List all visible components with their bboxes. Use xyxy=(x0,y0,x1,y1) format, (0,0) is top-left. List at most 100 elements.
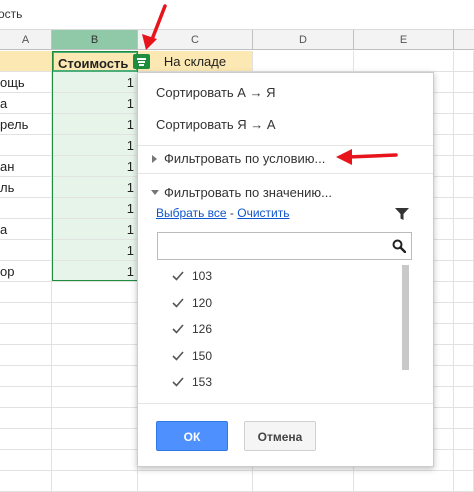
cell-b[interactable]: 1 xyxy=(52,261,138,282)
cell-b-text: 1 xyxy=(126,159,134,174)
select-all-link[interactable]: Выбрать все xyxy=(156,206,227,220)
cell-a[interactable]: рель xyxy=(0,114,52,135)
cell-f[interactable] xyxy=(454,429,474,450)
cell-a[interactable] xyxy=(0,450,52,471)
cell-f[interactable] xyxy=(454,135,474,156)
column-header-c[interactable]: C xyxy=(138,30,253,50)
column-header-f[interactable] xyxy=(454,30,474,50)
cell-d[interactable] xyxy=(253,471,354,492)
cell-f[interactable] xyxy=(454,114,474,135)
cell-f[interactable] xyxy=(454,450,474,471)
cell-b[interactable]: 1 xyxy=(52,72,138,93)
column-header-e[interactable]: E xyxy=(354,30,454,50)
cell-b[interactable] xyxy=(52,429,138,450)
cell-d1[interactable] xyxy=(253,51,354,72)
cell-b[interactable]: 1 xyxy=(52,240,138,261)
cell-a[interactable]: ль xyxy=(0,177,52,198)
cell-f[interactable] xyxy=(454,324,474,345)
cell-a[interactable] xyxy=(0,282,52,303)
cell-a[interactable] xyxy=(0,387,52,408)
cell-b[interactable]: 1 xyxy=(52,135,138,156)
cell-b[interactable] xyxy=(52,387,138,408)
filter-by-value-item[interactable]: Фильтровать по значению... xyxy=(151,185,332,200)
value-list-item[interactable]: 103 xyxy=(172,269,212,283)
cell-c[interactable] xyxy=(138,471,253,492)
cell-f[interactable] xyxy=(454,471,474,492)
cell-f[interactable] xyxy=(454,93,474,114)
cell-b[interactable]: 1 xyxy=(52,198,138,219)
cell-a[interactable] xyxy=(0,198,52,219)
cell-f[interactable] xyxy=(454,366,474,387)
cell-f[interactable] xyxy=(454,198,474,219)
cell-a[interactable]: ан xyxy=(0,156,52,177)
column-letter: C xyxy=(191,34,199,46)
cell-f[interactable] xyxy=(454,303,474,324)
funnel-icon[interactable] xyxy=(395,208,409,221)
cell-f[interactable] xyxy=(454,408,474,429)
cell-f[interactable] xyxy=(454,156,474,177)
cell-a[interactable] xyxy=(0,303,52,324)
cell-b[interactable]: 1 xyxy=(52,93,138,114)
search-input[interactable] xyxy=(157,232,412,260)
ok-button[interactable]: ОК xyxy=(156,421,228,451)
sort-asc-item[interactable]: Сортировать А → Я xyxy=(156,85,276,100)
checkmark-icon xyxy=(172,271,184,281)
cell-b[interactable]: 1 xyxy=(52,177,138,198)
cell-b[interactable] xyxy=(52,408,138,429)
cell-f[interactable] xyxy=(454,282,474,303)
cell-c1[interactable]: На складе xyxy=(138,51,253,72)
cell-f[interactable] xyxy=(454,345,474,366)
value-list-item[interactable]: 120 xyxy=(172,296,212,310)
cell-a[interactable] xyxy=(0,345,52,366)
cell-f[interactable] xyxy=(454,387,474,408)
cell-b[interactable] xyxy=(52,345,138,366)
filter-dropdown-menu: Сортировать А → Я Сортировать Я → А Филь… xyxy=(137,72,434,467)
cell-b[interactable] xyxy=(52,303,138,324)
cell-b-text: 1 xyxy=(126,201,134,216)
value-list-item[interactable]: 150 xyxy=(172,349,212,363)
cell-b[interactable] xyxy=(52,471,138,492)
cell-f1[interactable] xyxy=(454,51,474,72)
value-list-item[interactable]: 126 xyxy=(172,322,212,336)
cell-b[interactable] xyxy=(52,282,138,303)
cell-b1-text: Стоимость xyxy=(58,56,129,71)
cell-a[interactable] xyxy=(0,324,52,345)
cell-a1[interactable] xyxy=(0,51,52,72)
cell-a[interactable] xyxy=(0,135,52,156)
filter-by-condition-item[interactable]: Фильтровать по условию... xyxy=(152,151,325,166)
cell-a[interactable] xyxy=(0,429,52,450)
cell-f[interactable] xyxy=(454,240,474,261)
cell-b[interactable]: 1 xyxy=(52,114,138,135)
formula-bar[interactable]: ость xyxy=(0,0,474,30)
cell-e[interactable] xyxy=(354,471,454,492)
cell-b[interactable] xyxy=(52,324,138,345)
cell-a[interactable] xyxy=(0,471,52,492)
column-header-d[interactable]: D xyxy=(253,30,354,50)
cell-a[interactable] xyxy=(0,240,52,261)
filter-button-icon[interactable] xyxy=(133,54,150,69)
cancel-button[interactable]: Отмена xyxy=(244,421,316,451)
cell-f[interactable] xyxy=(454,72,474,93)
cell-a[interactable]: а xyxy=(0,219,52,240)
cell-b1[interactable]: Стоимость xyxy=(52,51,138,72)
sort-desc-item[interactable]: Сортировать Я → А xyxy=(156,117,276,132)
clear-link[interactable]: Очистить xyxy=(237,206,289,220)
cell-a[interactable] xyxy=(0,408,52,429)
value-list-item[interactable]: 153 xyxy=(172,375,212,389)
value-list-scrollbar[interactable] xyxy=(402,265,409,370)
cell-a[interactable]: ор xyxy=(0,261,52,282)
cell-b[interactable]: 1 xyxy=(52,219,138,240)
column-header-a[interactable]: A xyxy=(0,30,52,50)
cell-b[interactable]: 1 xyxy=(52,156,138,177)
cell-a[interactable]: а xyxy=(0,93,52,114)
cell-f[interactable] xyxy=(454,219,474,240)
cell-a[interactable]: ощь xyxy=(0,72,52,93)
cell-b-text: 1 xyxy=(126,180,134,195)
cell-f[interactable] xyxy=(454,177,474,198)
cell-e1[interactable] xyxy=(354,51,454,72)
column-header-b[interactable]: B xyxy=(52,30,138,50)
cell-b[interactable] xyxy=(52,450,138,471)
cell-f[interactable] xyxy=(454,261,474,282)
cell-a[interactable] xyxy=(0,366,52,387)
cell-b[interactable] xyxy=(52,366,138,387)
